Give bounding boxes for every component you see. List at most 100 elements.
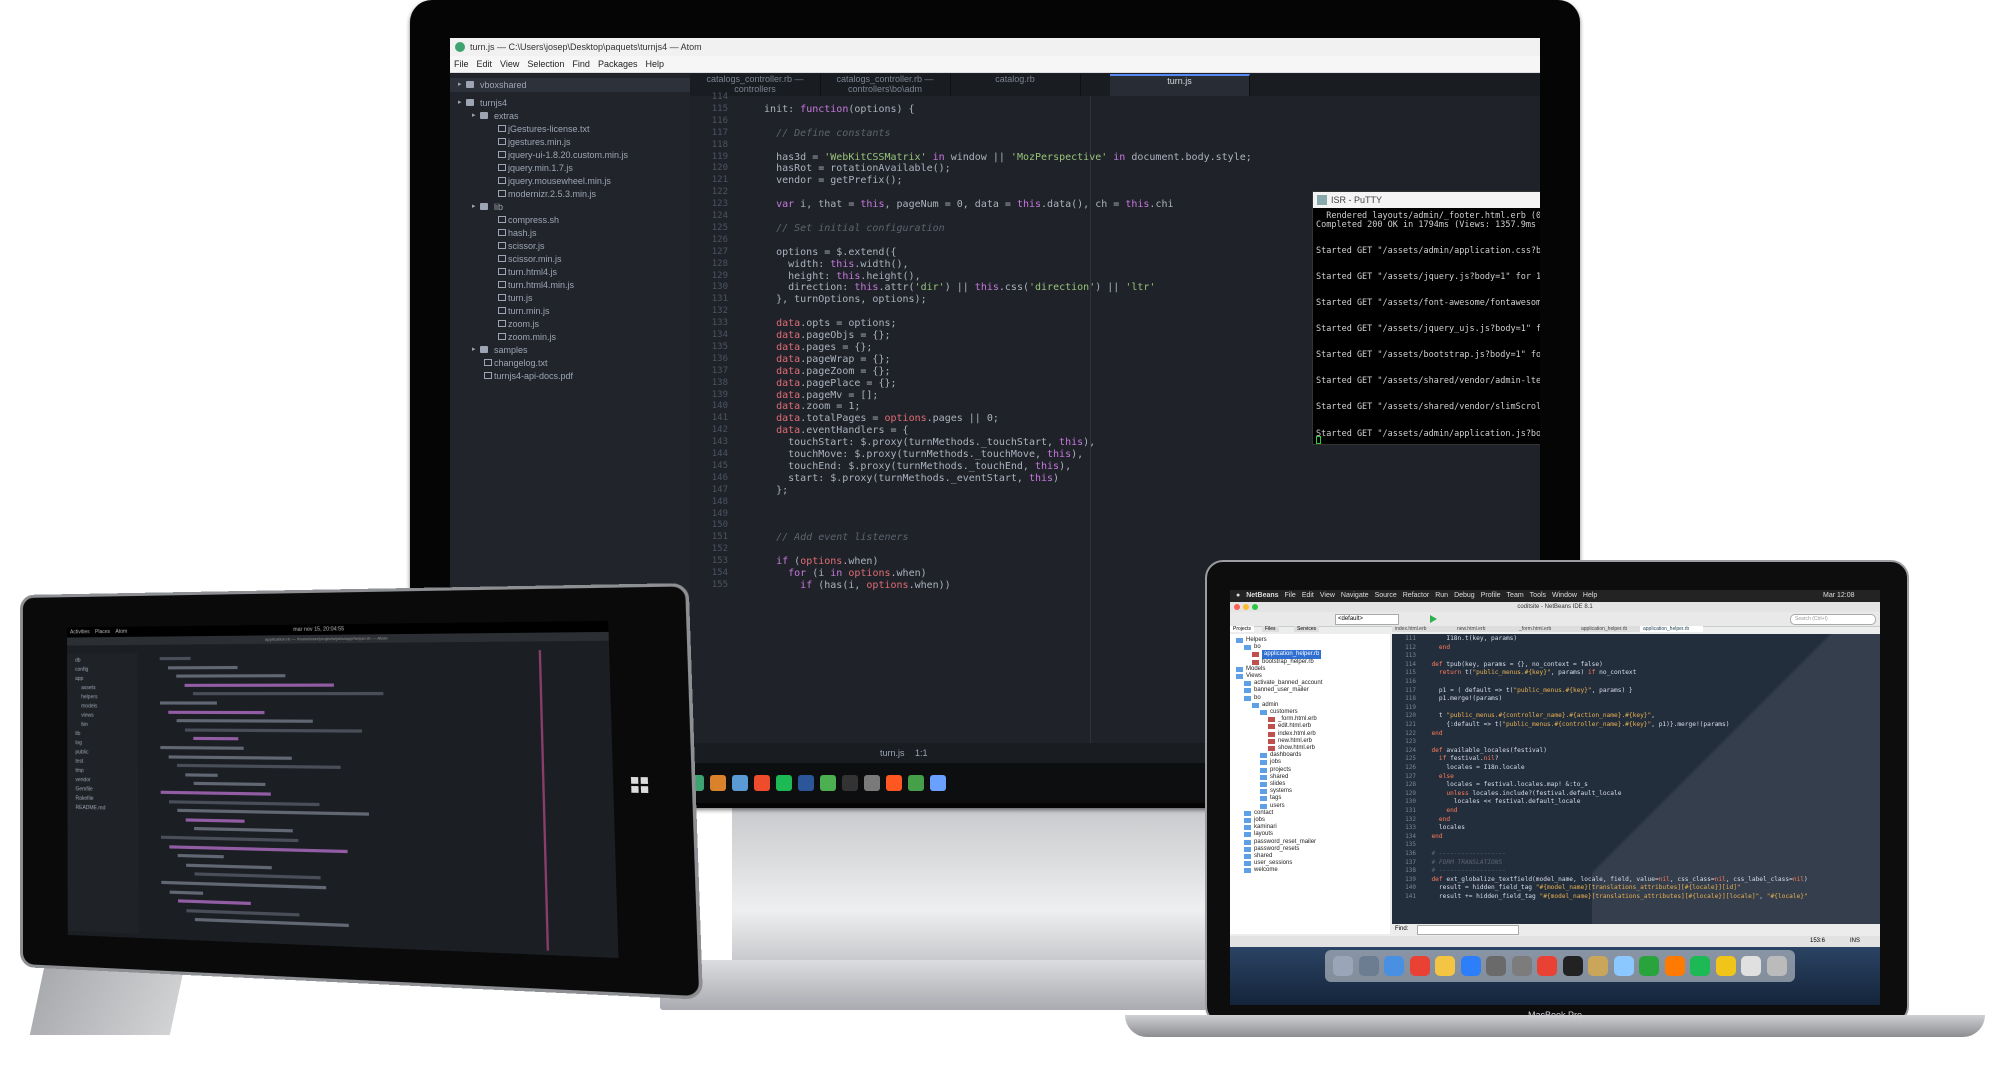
app-menu[interactable]: Atom xyxy=(115,629,127,635)
tablet-tree-item[interactable]: bin xyxy=(81,722,88,728)
dock-app-icon[interactable] xyxy=(1460,956,1481,976)
mac-menu-debug[interactable]: Debug xyxy=(1454,592,1475,599)
status-file[interactable]: turn.js xyxy=(880,743,905,763)
menu-file[interactable]: File xyxy=(454,59,469,69)
tree-item[interactable]: jgestures.min.js xyxy=(450,135,690,149)
tablet-tree-item[interactable]: tmp xyxy=(75,768,83,774)
dock-app-icon[interactable] xyxy=(1358,956,1379,976)
mac-menu-window[interactable]: Window xyxy=(1552,592,1577,599)
status-cursor-position[interactable]: 1:1 xyxy=(915,743,928,763)
tablet-tree-item[interactable]: assets xyxy=(81,685,95,691)
ide-search-input[interactable]: Search (Ctrl+I) xyxy=(1790,614,1876,625)
tablet-tree-item[interactable]: app xyxy=(75,676,83,682)
dock-app-icon[interactable] xyxy=(1537,956,1557,976)
taskbar-app-icon[interactable] xyxy=(908,775,924,791)
tablet-tree-item[interactable]: README.md xyxy=(75,805,105,812)
menu-packages[interactable]: Packages xyxy=(598,59,638,69)
mac-menu-refactor[interactable]: Refactor xyxy=(1403,592,1429,599)
editor-tab[interactable]: application_helper.rb xyxy=(1640,626,1703,632)
tree-item[interactable]: jGestures-license.txt xyxy=(450,122,690,136)
editor-tab[interactable]: catalog.rb xyxy=(950,74,1081,96)
menu-help[interactable]: Help xyxy=(645,59,664,69)
tree-item[interactable]: ▸ turnjs4 xyxy=(450,96,690,110)
editor-tab[interactable]: turn.js xyxy=(1110,74,1250,96)
editor-tab[interactable]: index.html.erb xyxy=(1392,626,1455,632)
run-button-icon[interactable] xyxy=(1430,615,1437,623)
dock-app-icon[interactable] xyxy=(1511,956,1532,976)
tablet-tree-item[interactable]: log xyxy=(75,740,82,746)
dock-app-icon[interactable] xyxy=(1690,956,1710,976)
mac-menu-netbeans[interactable]: NetBeans xyxy=(1246,592,1278,599)
close-window-button[interactable] xyxy=(1234,604,1240,610)
editor-tab[interactable]: catalogs_controller.rb — controllers\bo\… xyxy=(820,74,951,96)
tree-item[interactable]: turn.html4.min.js xyxy=(450,278,690,292)
dock-app-icon[interactable] xyxy=(1333,956,1353,976)
tree-item[interactable]: zoom.js xyxy=(450,317,690,331)
tablet-tree-item[interactable]: config xyxy=(75,667,88,673)
taskbar-app-icon[interactable] xyxy=(732,775,748,791)
tree-item[interactable]: scissor.min.js xyxy=(450,252,690,266)
tablet-tree-item[interactable]: views xyxy=(81,713,94,719)
tablet-tree-item[interactable]: vendor xyxy=(75,777,90,783)
taskbar-app-icon[interactable] xyxy=(864,775,880,791)
taskbar-app-icon[interactable] xyxy=(754,775,770,791)
taskbar-app-icon[interactable] xyxy=(930,775,946,791)
tablet-tree-item[interactable]: lib xyxy=(75,731,80,737)
find-input[interactable] xyxy=(1417,925,1519,935)
dock-app-icon[interactable] xyxy=(1562,956,1583,976)
tree-item[interactable]: ▸ lib xyxy=(450,200,690,214)
tree-item[interactable]: modernizr.2.5.3.min.js xyxy=(450,187,690,201)
dock-app-icon[interactable] xyxy=(1588,956,1608,976)
netbeans-editor[interactable]: 111 I18n.t(key, params) 112 end 113 114 def… xyxy=(1392,634,1880,924)
panel-tab[interactable]: Services xyxy=(1294,626,1320,632)
editor-tab[interactable]: new.html.erb xyxy=(1454,626,1517,632)
dock-app-icon[interactable] xyxy=(1639,956,1659,976)
tree-item[interactable]: ▸ samples xyxy=(450,343,690,357)
project-tree-item[interactable]: welcome xyxy=(1230,866,1390,875)
taskbar-app-icon[interactable] xyxy=(776,775,792,791)
tablet-tree-item[interactable]: test xyxy=(75,759,83,765)
tablet-tree-item[interactable]: models xyxy=(81,703,97,709)
tablet-tree-item[interactable]: helpers xyxy=(81,694,97,700)
menu-edit[interactable]: Edit xyxy=(477,59,493,69)
taskbar-app-icon[interactable] xyxy=(798,775,814,791)
zoom-window-button[interactable] xyxy=(1252,604,1258,610)
dock-app-icon[interactable] xyxy=(1435,956,1455,976)
dock-app-icon[interactable] xyxy=(1715,956,1736,976)
dock-app-icon[interactable] xyxy=(1613,956,1634,976)
tree-item[interactable]: jquery.min.1.7.js xyxy=(450,161,690,175)
tablet-tree-item[interactable]: db xyxy=(75,658,81,664)
panel-tab[interactable]: Projects xyxy=(1230,626,1255,632)
mac-menu-source[interactable]: Source xyxy=(1375,592,1397,599)
tree-item[interactable]: turn.js xyxy=(450,291,690,305)
mac-menu-view[interactable]: View xyxy=(1320,592,1335,599)
dock-app-icon[interactable] xyxy=(1766,956,1787,976)
menu-view[interactable]: View xyxy=(500,59,519,69)
tree-item[interactable]: turn.html4.js xyxy=(450,265,690,279)
mac-menu-tools[interactable]: Tools xyxy=(1530,592,1546,599)
tablet-tree-item[interactable]: Rakefile xyxy=(75,795,93,802)
mac-menu-profile[interactable]: Profile xyxy=(1481,592,1501,599)
taskbar-app-icon[interactable] xyxy=(886,775,902,791)
tree-item[interactable]: ▸ extras xyxy=(450,109,690,123)
tree-item[interactable]: turn.min.js xyxy=(450,304,690,318)
dock-app-icon[interactable] xyxy=(1486,956,1506,976)
config-select[interactable]: <default> xyxy=(1335,614,1399,625)
apple-icon[interactable]: ● xyxy=(1236,592,1240,599)
tree-item[interactable]: scissor.js xyxy=(450,239,690,253)
tree-item[interactable]: jquery-ui-1.8.20.custom.min.js xyxy=(450,148,690,162)
mac-menu-navigate[interactable]: Navigate xyxy=(1341,592,1369,599)
tree-item[interactable]: ▸ vboxshared xyxy=(450,78,690,92)
tree-item[interactable]: zoom.min.js xyxy=(450,330,690,344)
tablet-tree-item[interactable]: public xyxy=(75,749,88,755)
dock-app-icon[interactable] xyxy=(1741,956,1761,976)
dock-app-icon[interactable] xyxy=(1664,956,1685,976)
taskbar-app-icon[interactable] xyxy=(710,775,726,791)
mac-menu-help[interactable]: Help xyxy=(1583,592,1597,599)
menu-find[interactable]: Find xyxy=(572,59,590,69)
tree-item[interactable]: changelog.txt xyxy=(450,356,690,370)
dock-app-icon[interactable] xyxy=(1409,956,1430,976)
editor-tab[interactable]: application_helper.rb xyxy=(1578,626,1641,632)
tree-item[interactable]: hash.js xyxy=(450,226,690,240)
taskbar-app-icon[interactable] xyxy=(820,775,836,791)
